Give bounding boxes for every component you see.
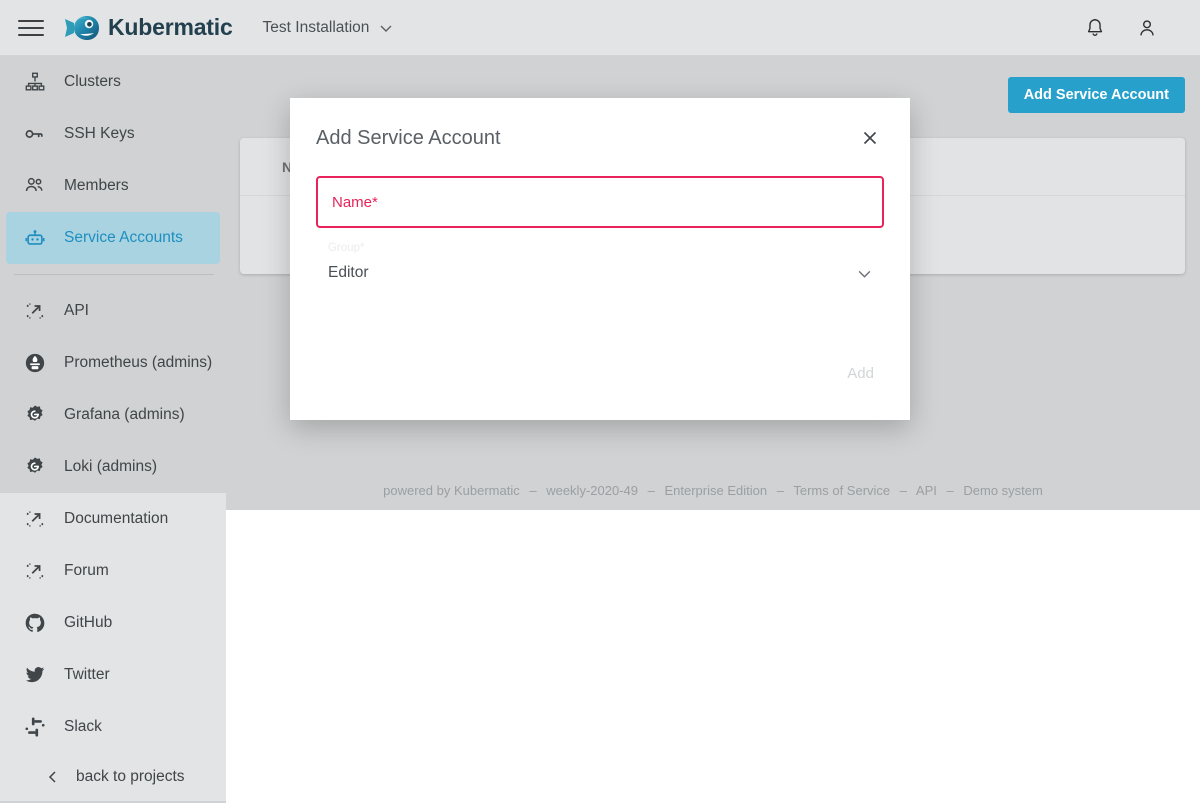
twitter-icon bbox=[20, 664, 50, 686]
sidebar-lower-section: Documentation Forum bbox=[0, 493, 226, 801]
grafana-icon bbox=[20, 404, 50, 426]
person-icon[interactable] bbox=[1136, 17, 1158, 39]
dialog-actions: Add bbox=[839, 361, 882, 386]
sidebar-item-api[interactable]: API bbox=[6, 285, 220, 337]
sidebar-item-label: Grafana (admins) bbox=[64, 406, 185, 424]
sidebar-item-label: Prometheus (admins) bbox=[64, 354, 212, 372]
key-icon bbox=[20, 123, 50, 145]
footer-separator: – bbox=[529, 483, 536, 498]
name-field[interactable]: Name* bbox=[316, 176, 884, 228]
sidebar-item-label: GitHub bbox=[64, 614, 112, 632]
bell-icon[interactable] bbox=[1084, 17, 1106, 39]
footer-api[interactable]: API bbox=[916, 483, 937, 498]
sidebar-item-label: Forum bbox=[64, 562, 109, 580]
footer-terms-of-service[interactable]: Terms of Service bbox=[793, 483, 890, 498]
back-to-projects-label: back to projects bbox=[76, 768, 185, 786]
sidebar-item-prometheus[interactable]: Prometheus (admins) bbox=[6, 337, 220, 389]
external-link-icon bbox=[20, 508, 50, 530]
footer-separator: – bbox=[900, 483, 907, 498]
sidebar-item-label: Documentation bbox=[64, 510, 168, 528]
robot-icon bbox=[20, 227, 50, 249]
installation-label: Test Installation bbox=[263, 19, 370, 37]
chevron-down-icon bbox=[857, 266, 872, 281]
footer-demo-system[interactable]: Demo system bbox=[963, 483, 1042, 498]
members-icon bbox=[20, 175, 50, 197]
slack-icon bbox=[20, 716, 50, 738]
topbar-actions bbox=[1084, 17, 1158, 39]
sidebar-item-label: SSH Keys bbox=[64, 125, 135, 143]
prometheus-icon bbox=[20, 352, 50, 374]
sidebar-item-label: Loki (admins) bbox=[64, 458, 157, 476]
sidebar-item-label: Clusters bbox=[64, 73, 121, 91]
top-bar: Kubermatic Test Installation bbox=[0, 0, 1200, 56]
external-link-icon bbox=[20, 300, 50, 322]
sidebar-item-twitter[interactable]: Twitter bbox=[6, 649, 220, 701]
sidebar-item-ssh-keys[interactable]: SSH Keys bbox=[6, 108, 220, 160]
brand-logo[interactable]: Kubermatic bbox=[62, 8, 233, 48]
footer-powered-by: powered by Kubermatic bbox=[383, 483, 520, 498]
sidebar-item-github[interactable]: GitHub bbox=[6, 597, 220, 649]
chevron-left-icon bbox=[46, 770, 60, 784]
sidebar-item-label: Members bbox=[64, 177, 129, 195]
sidebar-item-slack[interactable]: Slack bbox=[6, 701, 220, 753]
sidebar-item-loki[interactable]: Loki (admins) bbox=[6, 441, 220, 493]
group-select-value: Editor bbox=[328, 264, 369, 282]
app-root: Kubermatic Test Installation bbox=[0, 0, 1200, 803]
sidebar-item-label: Twitter bbox=[64, 666, 110, 684]
brand-name: Kubermatic bbox=[108, 14, 233, 41]
dialog-add-button[interactable]: Add bbox=[839, 361, 882, 386]
github-icon bbox=[20, 612, 50, 634]
sidebar-item-members[interactable]: Members bbox=[6, 160, 220, 212]
chevron-down-icon bbox=[379, 21, 393, 35]
external-link-icon bbox=[20, 560, 50, 582]
sidebar-item-label: API bbox=[64, 302, 89, 320]
dialog-title: Add Service Account bbox=[316, 127, 501, 150]
sidebar-item-clusters[interactable]: Clusters bbox=[6, 56, 220, 108]
sidebar-item-label: Service Accounts bbox=[64, 229, 183, 247]
group-select[interactable]: Group* Editor bbox=[316, 258, 884, 288]
close-icon[interactable] bbox=[856, 124, 884, 152]
loki-icon bbox=[20, 456, 50, 478]
dialog-header: Add Service Account bbox=[290, 98, 910, 152]
kubermatic-fish-logo bbox=[62, 8, 102, 48]
name-field-placeholder: Name* bbox=[332, 194, 378, 211]
sidebar-item-label: Slack bbox=[64, 718, 102, 736]
installation-selector[interactable]: Test Installation bbox=[263, 19, 394, 37]
sidebar-item-service-accounts[interactable]: Service Accounts bbox=[6, 212, 220, 264]
sidebar-item-forum[interactable]: Forum bbox=[6, 545, 220, 597]
clusters-icon bbox=[20, 71, 50, 93]
sidebar-item-grafana[interactable]: Grafana (admins) bbox=[6, 389, 220, 441]
footer-version[interactable]: weekly-2020-49 bbox=[546, 483, 638, 498]
footer-separator: – bbox=[648, 483, 655, 498]
sidebar: Clusters SSH Keys Members bbox=[0, 56, 226, 803]
add-service-account-button[interactable]: Add Service Account bbox=[1008, 77, 1185, 113]
sidebar-divider bbox=[14, 274, 214, 275]
add-service-account-dialog: Add Service Account Name* Group* Editor bbox=[290, 98, 910, 420]
footer-edition: Enterprise Edition bbox=[664, 483, 767, 498]
group-select-label: Group* bbox=[328, 242, 364, 254]
back-to-projects-button[interactable]: back to projects bbox=[0, 753, 226, 801]
footer-separator: – bbox=[947, 483, 954, 498]
footer-separator: – bbox=[777, 483, 784, 498]
footer: powered by Kubermatic – weekly-2020-49 –… bbox=[226, 483, 1200, 498]
hamburger-icon[interactable] bbox=[18, 15, 44, 41]
sidebar-item-documentation[interactable]: Documentation bbox=[6, 493, 220, 545]
dialog-body: Name* Group* Editor bbox=[290, 152, 910, 288]
